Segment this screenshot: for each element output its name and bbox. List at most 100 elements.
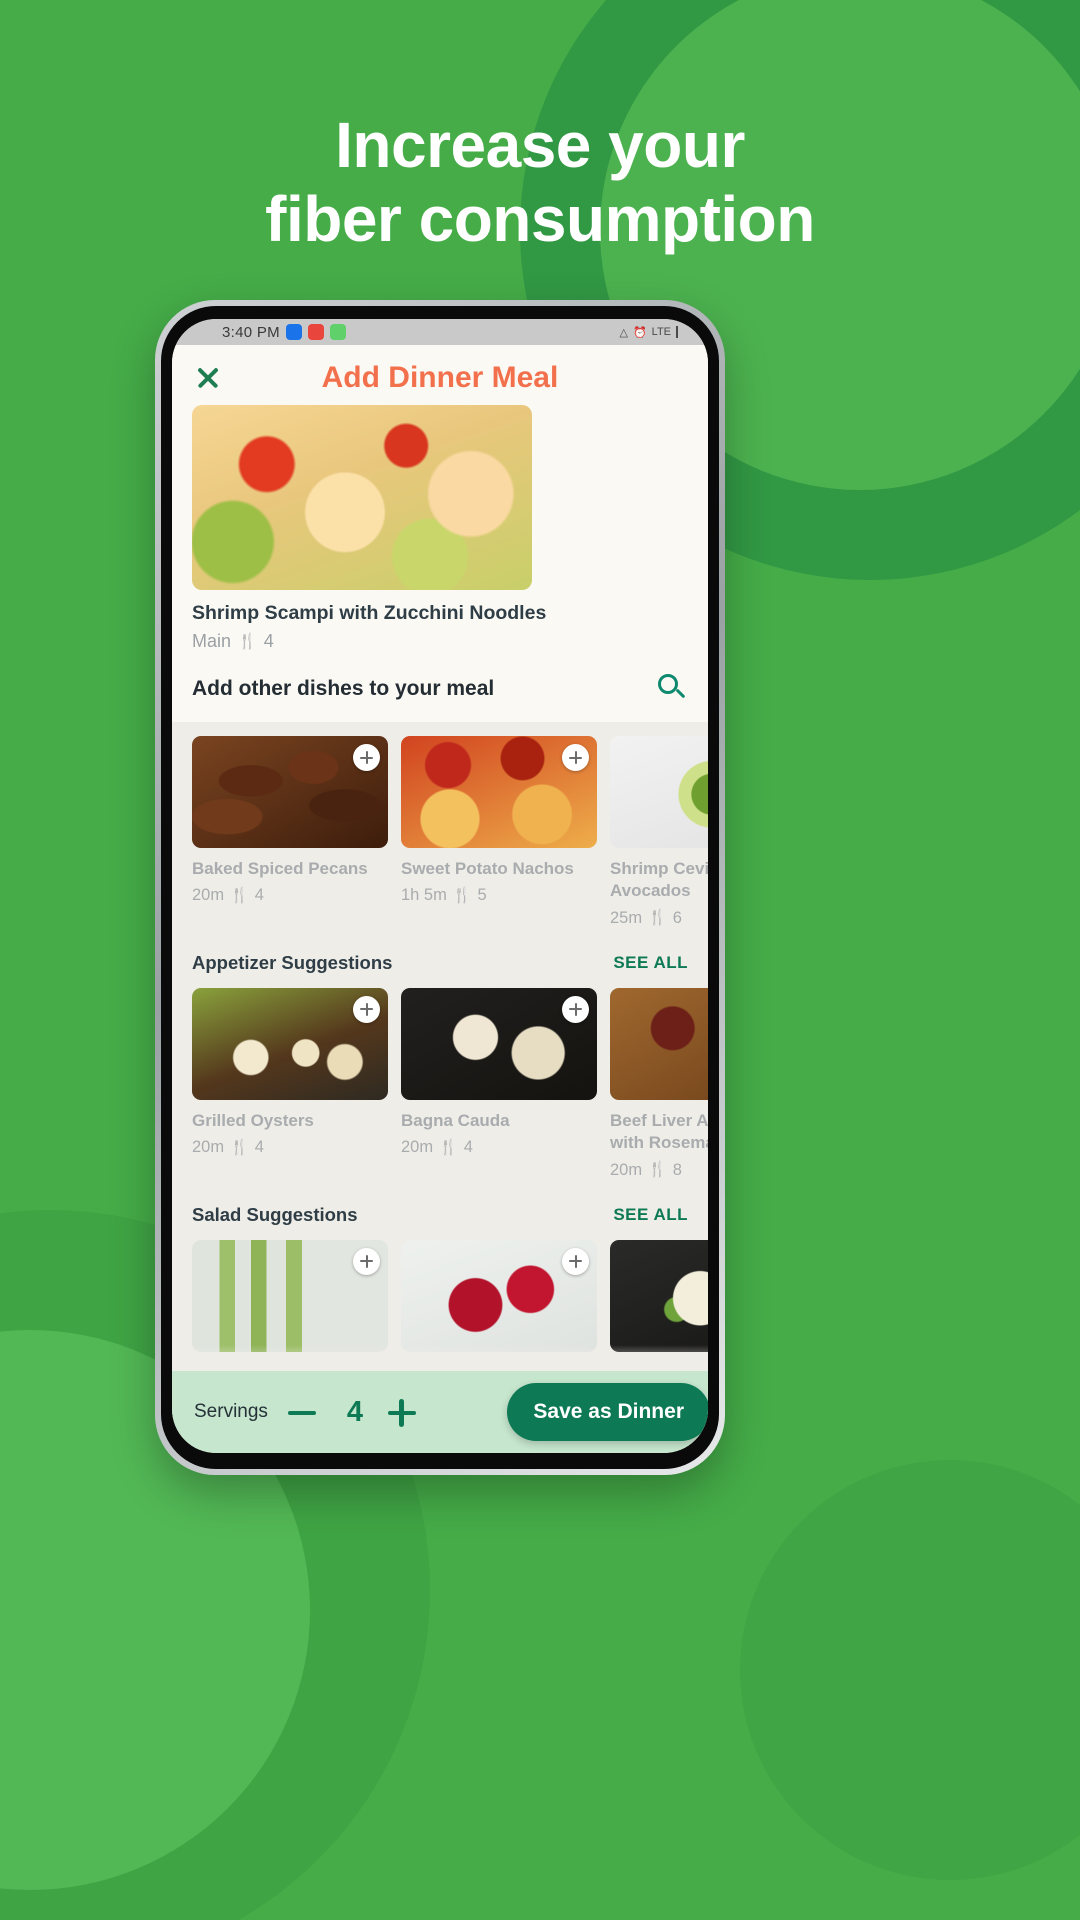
section-title: Salad Suggestions — [192, 1203, 358, 1225]
add-dish-icon[interactable] — [562, 1247, 589, 1275]
dish-thumbnail — [401, 1239, 597, 1352]
add-dish-icon[interactable] — [353, 995, 380, 1023]
headline-line-2: fiber consumption — [265, 183, 815, 256]
app-header: Add Dinner Meal — [172, 345, 708, 405]
dish-meta: 20m 🍴 4 — [192, 1138, 388, 1157]
save-as-dinner-button[interactable]: Save as Dinner — [507, 1383, 708, 1441]
cutlery-icon: 🍴 — [439, 1138, 458, 1156]
status-time: 3:40 PM — [222, 323, 280, 341]
section-title: Appetizer Suggestions — [192, 951, 393, 973]
dish-time: 20m — [401, 1138, 434, 1157]
hero-servings-value: 4 — [263, 631, 274, 651]
bottom-action-bar: Servings 4 Save as Dinner — [172, 1371, 708, 1453]
hero-recipe-title: Shrimp Scampi with Zucchini Noodles — [192, 602, 547, 624]
see-all-link[interactable]: SEE ALL — [613, 1205, 688, 1225]
dish-card[interactable]: Bagna Cauda 20m 🍴 4 — [401, 987, 597, 1180]
decorative-circle — [740, 1460, 1080, 1880]
hero-course-label: Main — [192, 631, 232, 651]
dish-servings: 6 — [672, 908, 682, 927]
cutlery-icon: 🍴 — [648, 909, 667, 927]
dish-servings: 5 — [477, 886, 487, 905]
notification-icon — [285, 324, 302, 340]
dish-thumbnail — [610, 987, 708, 1100]
notification-icon — [307, 324, 324, 340]
dish-card[interactable]: Baked Spiced Pecans 20m 🍴 4 — [192, 736, 388, 928]
dish-meta: 1h 5m 🍴 5 — [401, 886, 597, 905]
hero-recipe-meta: Main 🍴 4 — [192, 631, 688, 652]
salad-section-header: Salad Suggestions SEE ALL — [172, 1179, 708, 1240]
promo-headline: Increase your fiber consumption — [0, 108, 1080, 256]
dish-thumbnail — [192, 736, 388, 848]
dish-servings: 8 — [672, 1160, 682, 1179]
dish-time: 25m — [610, 908, 643, 927]
dish-time: 1h 5m — [401, 886, 447, 905]
signal-icon — [676, 326, 692, 338]
suggestions-scroller[interactable]: Baked Spiced Pecans 20m 🍴 4 Sweet Potato… — [172, 722, 708, 1352]
dish-card[interactable] — [192, 1239, 388, 1352]
add-dish-icon[interactable] — [353, 744, 380, 771]
dish-time: 20m — [610, 1160, 643, 1179]
hero-section: Shrimp Scampi with Zucchini Noodles Main… — [172, 405, 708, 652]
dish-thumbnail — [401, 736, 597, 848]
dish-card[interactable]: Beef Liver Appetizer with Rosemary 20m 🍴… — [610, 987, 708, 1180]
dish-meta: 20m 🍴 8 — [610, 1161, 708, 1180]
headline-line-1: Increase your — [335, 109, 745, 181]
status-bar: 3:40 PM △ ⏰ LTE — [172, 319, 708, 345]
dish-name: Baked Spiced Pecans — [192, 859, 368, 878]
see-all-link[interactable]: SEE ALL — [613, 953, 688, 973]
wifi-icon: △ — [619, 326, 628, 339]
dish-card[interactable]: Grilled Oysters 20m 🍴 4 — [192, 987, 388, 1180]
dish-row[interactable] — [192, 1239, 708, 1352]
dish-thumbnail — [192, 1239, 388, 1352]
dish-time: 20m — [192, 1138, 225, 1157]
cutlery-icon: 🍴 — [452, 886, 472, 904]
dish-row[interactable]: Baked Spiced Pecans 20m 🍴 4 Sweet Potato… — [192, 736, 708, 928]
cutlery-icon: 🍴 — [230, 1138, 249, 1156]
page-title: Add Dinner Meal — [321, 361, 559, 394]
dish-card[interactable]: Sweet Potato Nachos 1h 5m 🍴 5 — [401, 736, 597, 928]
hero-recipe-image[interactable] — [192, 405, 532, 590]
app-screen: 3:40 PM △ ⏰ LTE Add Dinner Meal Shrimp S… — [172, 319, 708, 1453]
promo-screenshot: Increase your fiber consumption 3:40 PM … — [0, 0, 1080, 1920]
add-dish-icon[interactable] — [562, 744, 589, 771]
notification-icon — [329, 324, 346, 340]
dish-servings: 4 — [254, 886, 264, 905]
add-other-dishes-header: Add other dishes to your meal — [172, 652, 708, 722]
search-icon[interactable] — [658, 674, 688, 704]
dish-time: 20m — [192, 886, 225, 905]
dish-thumbnail — [401, 987, 597, 1100]
dish-thumbnail — [610, 736, 708, 848]
cutlery-icon: 🍴 — [238, 632, 257, 650]
add-dish-icon[interactable] — [562, 995, 589, 1023]
dish-card[interactable] — [610, 1239, 708, 1352]
cutlery-icon: 🍴 — [648, 1161, 667, 1179]
network-type: LTE — [651, 326, 671, 338]
dish-servings: 4 — [254, 1138, 264, 1157]
add-dish-icon[interactable] — [353, 1247, 380, 1275]
dish-name: Bagna Cauda — [401, 1110, 510, 1130]
cutlery-icon: 🍴 — [230, 886, 249, 904]
dish-name: Grilled Oysters — [192, 1110, 314, 1130]
close-icon[interactable] — [192, 362, 224, 394]
dish-name: Beef Liver Appetizer with Rosemary — [610, 1110, 708, 1153]
dish-card[interactable]: Shrimp Ceviche with Avocados 25m 🍴 6 — [610, 736, 708, 928]
servings-label: Servings — [194, 1401, 268, 1422]
status-indicators: △ ⏰ LTE — [619, 326, 692, 339]
alarm-icon: ⏰ — [632, 326, 647, 339]
increment-servings-button[interactable] — [382, 1392, 422, 1432]
dish-name: Sweet Potato Nachos — [401, 859, 574, 878]
dish-meta: 25m 🍴 6 — [610, 909, 708, 928]
dish-meta: 20m 🍴 4 — [192, 886, 388, 905]
dish-row[interactable]: Grilled Oysters 20m 🍴 4 Bagna Cauda 20m … — [192, 987, 708, 1180]
dish-thumbnail — [610, 1239, 708, 1352]
dish-card[interactable] — [401, 1239, 597, 1352]
servings-value: 4 — [346, 1395, 363, 1428]
dish-servings: 4 — [463, 1138, 473, 1157]
add-other-dishes-title: Add other dishes to your meal — [192, 677, 495, 700]
dish-thumbnail — [192, 987, 388, 1100]
dish-meta: 20m 🍴 4 — [401, 1138, 597, 1157]
phone-mockup: 3:40 PM △ ⏰ LTE Add Dinner Meal Shrimp S… — [155, 300, 725, 1475]
dish-name: Shrimp Ceviche with Avocados — [610, 859, 708, 901]
appetizer-section-header: Appetizer Suggestions SEE ALL — [172, 927, 708, 988]
decrement-servings-button[interactable] — [282, 1392, 322, 1432]
